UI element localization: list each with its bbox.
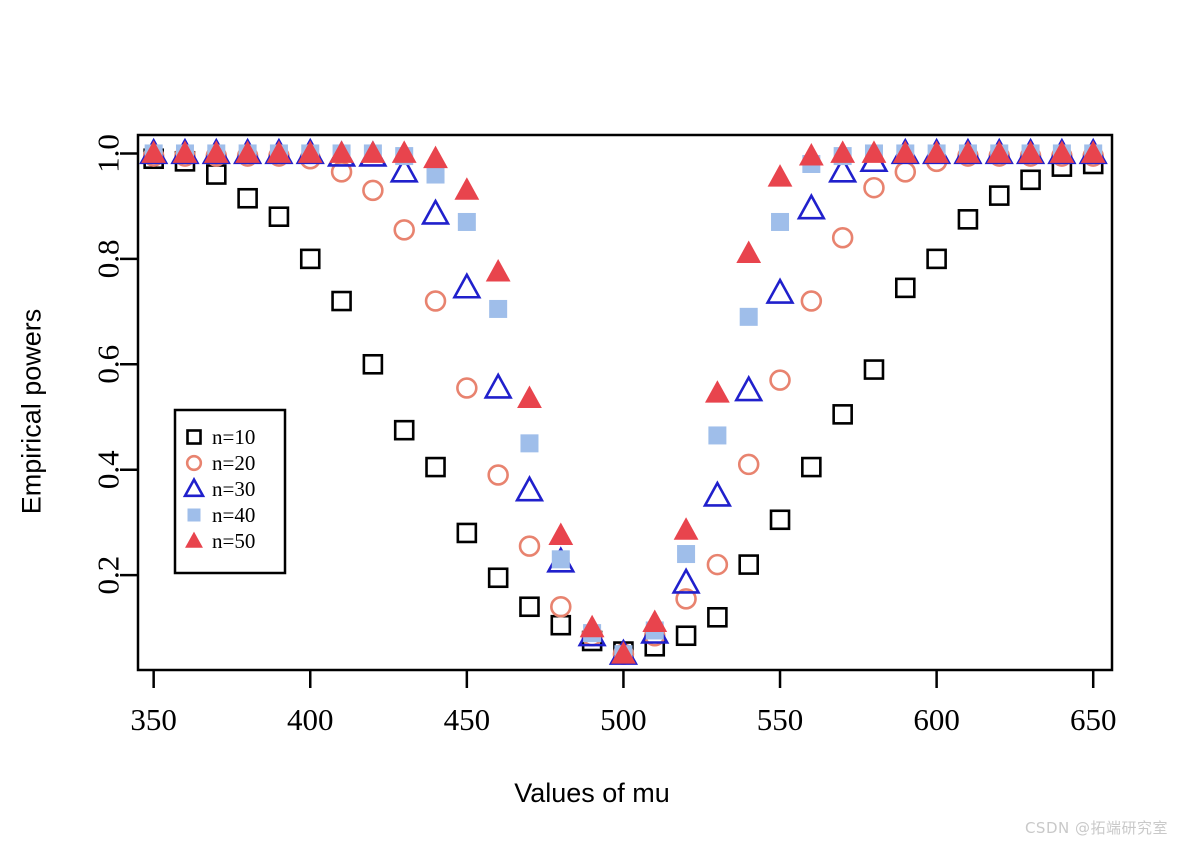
data-point xyxy=(765,277,795,304)
data-point xyxy=(237,187,258,209)
legend-marker-icon xyxy=(187,508,201,522)
plot-frame xyxy=(136,133,1114,672)
data-point xyxy=(894,277,916,299)
data-point xyxy=(863,359,885,380)
data-point xyxy=(454,177,480,200)
data-point xyxy=(393,219,415,241)
x-tick-label: 500 xyxy=(600,702,647,737)
data-point xyxy=(673,517,699,540)
data-point xyxy=(205,164,227,185)
data-point xyxy=(425,456,446,478)
data-point xyxy=(518,535,541,557)
data-point xyxy=(393,419,415,441)
legend-label: n=40 xyxy=(212,503,255,527)
data-point xyxy=(485,258,511,282)
watermark: CSDN @拓端研究室 xyxy=(1024,819,1168,837)
data-point xyxy=(831,227,854,249)
data-point xyxy=(706,553,729,576)
data-point xyxy=(738,554,760,575)
data-point xyxy=(517,385,542,408)
data-point xyxy=(514,475,545,502)
legend-label: n=10 xyxy=(212,425,255,449)
y-tick-label: 1.0 xyxy=(91,134,126,173)
data-point xyxy=(457,212,476,231)
data-point xyxy=(456,522,478,544)
data-point xyxy=(299,248,321,270)
x-tick-label: 600 xyxy=(913,702,960,737)
data-point xyxy=(736,240,762,263)
data-point xyxy=(452,272,482,299)
data-point xyxy=(863,176,885,199)
data-point xyxy=(519,596,540,618)
data-point xyxy=(832,404,853,425)
data-point xyxy=(926,248,947,270)
legend-label: n=30 xyxy=(212,477,255,501)
data-point xyxy=(362,353,384,375)
data-point xyxy=(988,185,1010,206)
data-point xyxy=(1020,169,1041,191)
x-tick-label: 650 xyxy=(1070,702,1117,737)
data-point xyxy=(642,609,668,632)
data-point xyxy=(489,299,508,318)
series-n30 xyxy=(139,137,1108,665)
data-point xyxy=(801,456,822,478)
series-n50 xyxy=(141,140,1106,664)
x-axis-title: Values of mu xyxy=(514,778,670,808)
data-point xyxy=(702,480,732,507)
data-point xyxy=(550,614,572,636)
data-point xyxy=(424,290,447,312)
data-point xyxy=(268,206,290,227)
legend-label: n=50 xyxy=(212,529,255,553)
data-point xyxy=(704,380,730,403)
data-point xyxy=(331,290,352,312)
data-point xyxy=(708,426,727,445)
legend: n=10n=20n=30n=40n=50 xyxy=(173,408,287,575)
data-point xyxy=(707,606,728,628)
data-point xyxy=(483,372,513,399)
y-axis: 0.2 0.4 0.6 0.8 1.0 xyxy=(91,134,138,595)
data-point xyxy=(739,307,758,326)
data-point xyxy=(734,374,764,402)
y-tick-label: 0.4 xyxy=(91,450,126,489)
y-tick-label: 0.2 xyxy=(91,556,126,595)
data-point xyxy=(420,198,451,225)
chart-figure: 350 400 450 500 550 600 650 0.2 0.4 0.6 0.8 1.0 n=10… xyxy=(0,0,1184,846)
data-point xyxy=(769,369,791,391)
y-tick-label: 0.8 xyxy=(91,239,126,278)
data-point xyxy=(456,377,478,399)
y-axis-title: Empirical powers xyxy=(16,308,47,515)
data-point xyxy=(675,625,697,647)
x-tick-label: 350 xyxy=(130,702,177,737)
data-point xyxy=(520,434,539,453)
scatter-plot: 350 400 450 500 550 600 650 0.2 0.4 0.6 0.8 1.0 n=10… xyxy=(91,133,1116,737)
data-point xyxy=(487,567,509,589)
data-point xyxy=(362,179,384,202)
data-point xyxy=(769,509,791,531)
data-point xyxy=(798,143,824,166)
x-tick-label: 400 xyxy=(287,702,334,737)
x-tick-label: 450 xyxy=(444,702,491,737)
legend-label: n=20 xyxy=(212,451,255,475)
x-tick-label: 550 xyxy=(757,702,804,737)
x-axis: 350 400 450 500 550 600 650 xyxy=(130,670,1116,737)
series-n10 xyxy=(143,148,1104,662)
data-point xyxy=(423,145,448,169)
y-tick-label: 0.6 xyxy=(91,345,126,384)
data-point xyxy=(771,212,790,231)
data-point xyxy=(767,164,793,187)
data-point xyxy=(487,464,509,486)
data-point xyxy=(894,161,917,183)
data-point xyxy=(677,545,696,564)
data-point xyxy=(957,209,979,230)
data-point xyxy=(550,595,572,618)
data-point xyxy=(737,453,760,476)
data-point xyxy=(800,290,823,312)
data-point xyxy=(426,165,445,184)
data-point xyxy=(796,193,826,220)
data-point xyxy=(551,550,570,569)
data-point xyxy=(548,522,574,545)
